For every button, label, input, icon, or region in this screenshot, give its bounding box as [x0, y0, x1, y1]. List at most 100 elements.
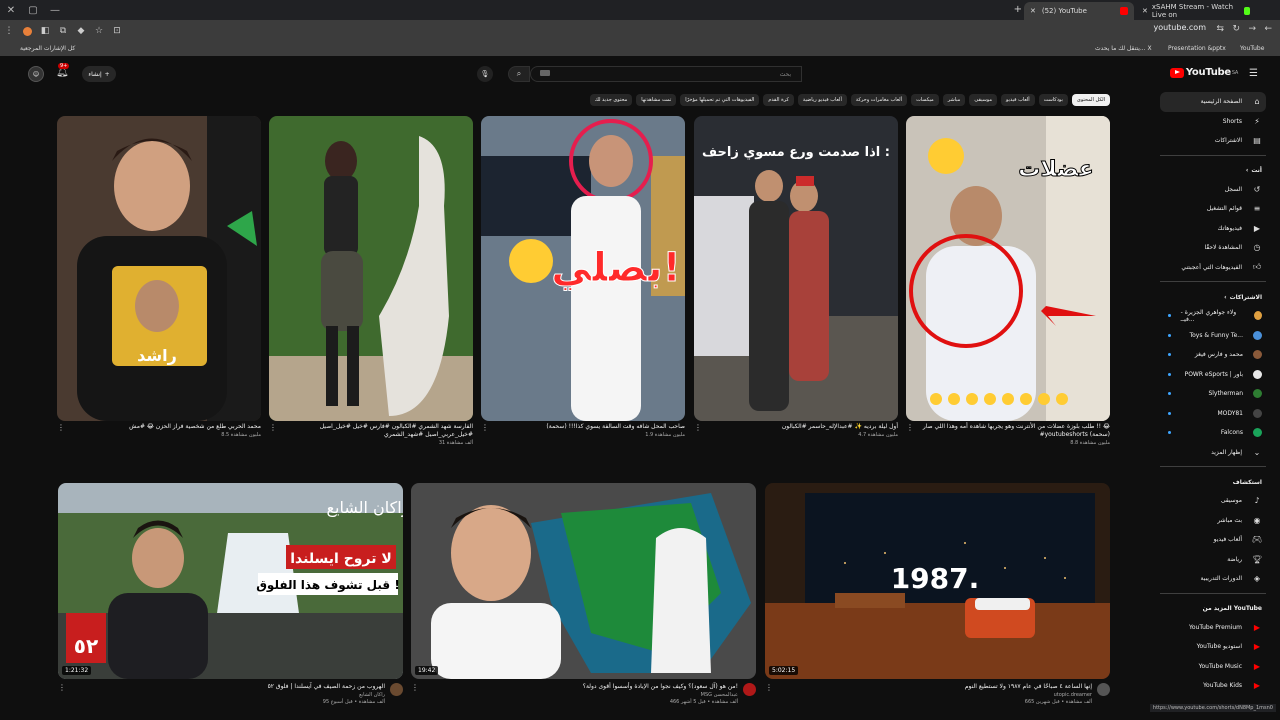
filter-chip[interactable]: بودكاست	[1038, 94, 1068, 106]
video-title[interactable]: الهروب من زحمة الصيف في آيسلندا | فلوق ٥…	[58, 683, 403, 690]
sidebar-icon[interactable]: ◧	[36, 22, 54, 40]
short-title[interactable]: صاحب المحل شافه وقت السالفة يسوي كذا!!! …	[481, 423, 685, 431]
channel-avatar[interactable]	[1097, 683, 1110, 696]
video-thumbnail-3[interactable]: لا تروح ايسلندا قبل تشوف هذا الفلوق ! را…	[58, 483, 403, 679]
channel-avatar[interactable]	[743, 683, 756, 696]
tab-xsahm[interactable]: ✕ xSAHM Stream - Watch Live on	[1136, 2, 1256, 20]
short-thumbnail-4[interactable]	[269, 116, 473, 421]
sidebar-item-you[interactable]: الفيديوهات التي أعجبتني 👍︎	[1160, 258, 1266, 278]
sidebar-item-more[interactable]: YouTube Kids ▶	[1160, 676, 1266, 696]
close-tab-icon[interactable]: ✕	[1030, 7, 1036, 15]
close-window-icon[interactable]: ✕	[0, 0, 22, 20]
sidebar-item-explore[interactable]: بث مباشر ◉	[1160, 511, 1266, 531]
address-bar[interactable]: youtube.com	[1153, 23, 1206, 32]
sidebar-item-subs[interactable]: Slytherman	[1160, 384, 1266, 404]
site-settings-icon[interactable]: ⇆	[1216, 24, 1224, 34]
minimize-window-icon[interactable]: —	[44, 0, 66, 20]
sidebar-item-subs[interactable]: Falcons	[1160, 423, 1266, 443]
sidebar-item-subs[interactable]: MODY81	[1160, 404, 1266, 424]
more-options-icon[interactable]: ⋮	[57, 423, 65, 432]
sidebar-item-subs[interactable]: ولاء جواهري الجزيرة - فيــ...	[1160, 306, 1266, 326]
all-bookmarks-link[interactable]: كل الإشارات المرجعية	[20, 45, 75, 52]
youtube-logo[interactable]: YouTube SA	[1169, 67, 1238, 78]
tab-youtube[interactable]: ✕ (52) YouTube	[1024, 2, 1134, 20]
sidebar-item-main[interactable]: الاشتراكات ▤	[1160, 131, 1266, 151]
video-title[interactable]: إنها الساعة ٤ صباحًا في عام ١٩٨٧ ولا تست…	[765, 683, 1110, 690]
sidebar-item-explore[interactable]: ألعاب فيديو 🎮︎	[1160, 530, 1266, 550]
sidebar-item-main[interactable]: Shorts ⚡︎	[1160, 112, 1266, 132]
more-from-youtube-heading[interactable]: المزيد من YouTube	[1160, 600, 1266, 618]
bookmark-star-icon[interactable]: ☆	[90, 22, 108, 40]
short-thumbnail-1[interactable]: عضلات	[906, 116, 1110, 421]
short-thumbnail-5[interactable]: راشد	[57, 116, 261, 421]
filter-chip[interactable]: الكل المحتوى	[1071, 94, 1110, 106]
short-title[interactable]: أول ليلة برديه ✨ #عبدالإله_حاسمر #الكبال…	[694, 423, 898, 431]
forward-icon[interactable]: →	[1248, 24, 1256, 34]
bookmark-x[interactable]: يتنقل لك ما يحدث... X	[1095, 45, 1152, 52]
notifications-bell-icon[interactable]: 🔔︎ 9+	[56, 63, 70, 78]
short-title[interactable]: طلب بلوزة عضلات من الأنترنت وهو يجربها ش…	[906, 423, 1110, 439]
filter-chip[interactable]: تمت مشاهدتها	[636, 94, 677, 106]
keyboard-icon[interactable]	[540, 70, 550, 76]
bookmark-youtube[interactable]: YouTube	[1240, 45, 1264, 52]
search-input[interactable]: بحث	[530, 66, 802, 82]
filter-chip[interactable]: محتوى جديد لك	[589, 94, 633, 106]
split-icon[interactable]: ⧉	[54, 22, 72, 40]
more-options-icon[interactable]: ⋮	[765, 683, 773, 692]
more-options-icon[interactable]: ⋮	[481, 423, 489, 432]
filter-chip[interactable]: ألعاب فيديو رياضية	[797, 94, 847, 106]
explore-heading[interactable]: استكشاف	[1160, 473, 1266, 491]
more-options-icon[interactable]: ⋮	[906, 423, 914, 432]
filter-chip[interactable]: مباشر	[942, 94, 966, 106]
sidebar-item-subs[interactable]: POWR eSports | باور	[1160, 365, 1266, 385]
more-options-icon[interactable]: ⋮	[58, 683, 66, 692]
sidebar-item-you[interactable]: فيديوهاتك ▶	[1160, 219, 1266, 239]
filter-chip[interactable]: موسيقى	[969, 94, 998, 106]
sidebar-item-subs[interactable]: Toys & Funny Te...	[1160, 326, 1266, 346]
sidebar-item-you[interactable]: السجل ↺	[1160, 180, 1266, 200]
screenshot-icon[interactable]: ⊡	[108, 22, 126, 40]
show-more-button[interactable]: إظهار المزيد ⌄	[1160, 443, 1266, 463]
create-button[interactable]: إنشاء +	[82, 66, 116, 82]
more-options-icon[interactable]: ⋮	[411, 683, 419, 692]
sidebar-item-explore[interactable]: موسيقى ♪	[1160, 491, 1266, 511]
video-thumbnail-1[interactable]: 1987. 5:02:15	[765, 483, 1110, 679]
filter-chip[interactable]: الفيديوهات التي تم تحميلها مؤخرًا	[680, 94, 760, 106]
filter-chip[interactable]: ألعاب مغامرات وحركة	[850, 94, 908, 106]
short-thumbnail-3[interactable]: بصلي!	[481, 116, 685, 421]
video-title[interactable]: من هو (آل سعود)؟ وكيف نجوا من الإبادة وأ…	[411, 683, 756, 690]
short-title[interactable]: محمد الحربي طلع من شخصية فراز الحزن 😂 #م…	[57, 423, 261, 431]
channel-name[interactable]: utopic.dreamer	[765, 692, 1110, 698]
sidebar-item-more[interactable]: YouTube Music ▶	[1160, 657, 1266, 677]
search-button[interactable]: ⌕	[508, 66, 530, 82]
sidebar-item-you[interactable]: المشاهدة لاحقًا ◷	[1160, 238, 1266, 258]
sidebar-item-you[interactable]: قوائم التشغيل ≡	[1160, 199, 1266, 219]
voice-search-icon[interactable]: 🎙︎	[477, 66, 493, 82]
bookmark-presentation[interactable]: Presentation &pptx	[1168, 45, 1226, 52]
subscriptions-heading[interactable]: ‹ الاشتراكات	[1160, 288, 1266, 306]
channel-avatar[interactable]	[390, 683, 403, 696]
reload-icon[interactable]: ↻	[1232, 24, 1240, 34]
menu-icon[interactable]: ☰	[1249, 68, 1258, 79]
sidebar-item-main[interactable]: الصفحة الرئيسية ⌂	[1160, 92, 1266, 112]
back-icon[interactable]: ←	[1264, 24, 1272, 34]
sidebar-item-more[interactable]: YouTube Premium ▶	[1160, 618, 1266, 638]
close-tab-icon[interactable]: ✕	[1142, 7, 1148, 15]
video-thumbnail-2[interactable]: 19:42	[411, 483, 756, 679]
more-options-icon[interactable]: ⋮	[694, 423, 702, 432]
sidebar-item-explore[interactable]: الدورات التدريبية ◈	[1160, 569, 1266, 589]
short-thumbnail-2[interactable]: اذا صدمت ورع مسوي زاحف :	[694, 116, 898, 421]
filter-chip[interactable]: ألعاب فيديو	[1001, 94, 1035, 106]
tag-icon[interactable]: ◆	[72, 22, 90, 40]
short-title[interactable]: الفارسة شهد الشمري #الكبالون #فارس #خيل …	[269, 423, 473, 439]
extension-icon[interactable]	[18, 22, 36, 40]
filter-chip[interactable]: ميكسات	[911, 94, 939, 106]
sidebar-item-more[interactable]: YouTube استوديو ▶	[1160, 637, 1266, 657]
more-options-icon[interactable]: ⋮	[269, 423, 277, 432]
channel-name[interactable]: MSG عبدالمحسن	[411, 692, 756, 698]
maximize-window-icon[interactable]: ▢	[22, 0, 44, 20]
sidebar-item-subs[interactable]: محمد و فارس فيغز	[1160, 345, 1266, 365]
menu-dots-icon[interactable]: ⋮	[0, 22, 18, 40]
account-avatar[interactable]: ☺	[28, 66, 44, 82]
filter-chip[interactable]: كرة القدم	[763, 94, 794, 106]
